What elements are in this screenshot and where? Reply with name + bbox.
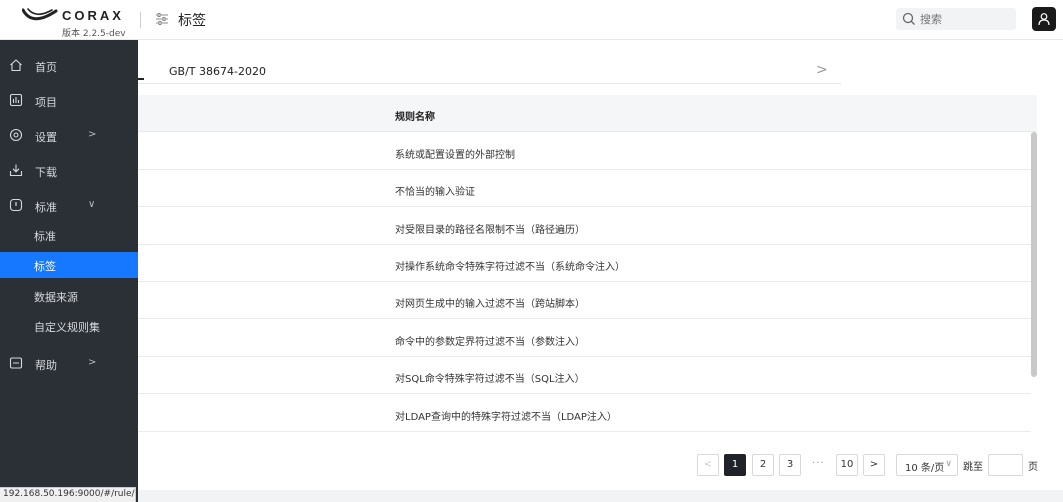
chevron-right-icon: > <box>88 357 97 368</box>
sidebar-subitem-standard[interactable]: 标准 <box>0 222 138 248</box>
search-input[interactable] <box>920 11 1010 27</box>
rule-name-cell: 对网页生成中的输入过滤不当（跨站脚本） <box>395 299 585 310</box>
sidebar-subitem-data-source[interactable]: 数据来源 <box>0 283 138 309</box>
page-size-select[interactable]: 10 条/页 ∨ <box>896 454 958 476</box>
rule-name-cell: 对LDAP查询中的特殊字符过滤不当（LDAP注入） <box>395 412 617 423</box>
tab-gb-38674[interactable]: GB/T 38674-2020 <box>169 65 266 78</box>
table-row[interactable]: 对网页生成中的输入过滤不当（跨站脚本） <box>138 282 1031 319</box>
table-row[interactable]: 不恰当的输入验证 <box>138 170 1031 207</box>
page-unit-label: 页 <box>1028 462 1038 473</box>
rule-name-cell: 命令中的参数定界符过滤不当（参数注入） <box>395 337 585 348</box>
sidebar-item-label: 首页 <box>35 61 57 74</box>
pagination-page-last[interactable]: 10 <box>836 454 858 476</box>
sidebar-item-settings[interactable]: 设置 > <box>0 118 138 153</box>
table-row[interactable]: 对LDAP查询中的特殊字符过滤不当（LDAP注入） <box>138 395 1031 432</box>
sliders-icon[interactable] <box>155 12 169 26</box>
pagination-page-1[interactable]: 1 <box>724 454 746 476</box>
logo-swoosh-icon <box>22 8 58 21</box>
page-title: 标签 <box>178 13 206 29</box>
sidebar-subitem-label: 自定义规则集 <box>34 321 100 334</box>
rule-name-cell: 对SQL命令特殊字符过滤不当（SQL注入） <box>395 374 585 385</box>
table-row[interactable]: 系统或配置设置的外部控制 <box>138 133 1031 170</box>
user-button[interactable] <box>1032 7 1056 31</box>
table-row[interactable]: 对受限目录的路径名限制不当（路径遍历） <box>138 208 1031 245</box>
pagination-page-2[interactable]: 2 <box>752 454 774 476</box>
chevron-right-icon: > <box>88 129 97 140</box>
main-content: GB/T 38674-2020 > 规则名称 系统或配置设置的外部控制 不恰当的… <box>138 40 1063 490</box>
sidebar-item-label: 标准 <box>35 201 57 214</box>
table-row[interactable]: 命令中的参数定界符过滤不当（参数注入） <box>138 320 1031 357</box>
sidebar-item-download[interactable]: 下载 <box>0 153 138 188</box>
rule-name-cell: 系统或配置设置的外部控制 <box>395 150 515 161</box>
chevron-down-icon: ∨ <box>88 199 96 210</box>
browser-status-url: 192.168.50.196:9000/#/rule/tag <box>0 487 136 502</box>
sidebar-item-label: 下载 <box>35 166 57 179</box>
gear-icon <box>9 128 23 142</box>
version-label: 版本 2.2.5-dev <box>62 29 126 39</box>
jump-to-page-input[interactable] <box>988 454 1023 476</box>
pagination-page-3[interactable]: 3 <box>779 454 801 476</box>
sidebar-item-help[interactable]: 帮助 > <box>0 346 138 381</box>
table-scrollbar[interactable] <box>1031 132 1037 377</box>
top-header: CORAX 版本 2.2.5-dev 标签 <box>0 0 1063 40</box>
page-size-value: 10 条/页 <box>905 463 945 474</box>
sidebar-item-label: 设置 <box>35 131 57 144</box>
user-icon <box>1038 13 1050 26</box>
table-row[interactable]: 对操作系统命令特殊字符过滤不当（系统命令注入） <box>138 245 1031 282</box>
search-icon <box>902 12 915 25</box>
table-row[interactable]: 对SQL命令特殊字符过滤不当（SQL注入） <box>138 357 1031 394</box>
tab-bar: GB/T 38674-2020 > <box>138 60 841 84</box>
standard-icon <box>9 198 23 212</box>
sidebar-subitem-label: 标签 <box>34 260 56 273</box>
sidebar-item-standards[interactable]: 标准 ∨ <box>0 188 138 223</box>
tab-scroll-next-button[interactable]: > <box>816 62 828 78</box>
pagination-ellipsis[interactable]: ··· <box>812 458 825 469</box>
sidebar-item-home[interactable]: 首页 <box>0 48 138 83</box>
pagination-prev-button[interactable]: < <box>697 454 719 476</box>
sidebar-subitem-tags[interactable]: 标签 <box>0 252 138 278</box>
tab-active-partial[interactable] <box>138 62 144 80</box>
chart-icon <box>9 93 23 107</box>
table-header: 规则名称 <box>138 95 1037 132</box>
download-icon <box>9 164 23 177</box>
help-icon <box>9 357 23 369</box>
sidebar-subitem-custom-ruleset[interactable]: 自定义规则集 <box>0 313 138 339</box>
rule-name-cell: 对受限目录的路径名限制不当（路径遍历） <box>395 225 585 236</box>
rule-name-cell: 对操作系统命令特殊字符过滤不当（系统命令注入） <box>395 262 625 273</box>
chevron-down-icon: ∨ <box>945 459 952 469</box>
header-divider <box>140 12 141 28</box>
jump-to-label: 跳至 <box>963 462 983 473</box>
sidebar-item-label: 项目 <box>35 96 57 109</box>
home-icon <box>10 59 22 72</box>
sidebar-subitem-label: 标准 <box>34 230 56 243</box>
rule-name-cell: 不恰当的输入验证 <box>395 187 475 198</box>
sidebar-item-label: 帮助 <box>35 359 57 372</box>
sidebar: 首页 项目 设置 > 下载 标准 ∨ 标准 标签 数据来源 自定义规则集 帮助 … <box>0 40 138 502</box>
sidebar-subitem-label: 数据来源 <box>34 291 78 304</box>
sidebar-item-projects[interactable]: 项目 <box>0 83 138 118</box>
logo-text: CORAX <box>62 8 124 23</box>
pagination-next-button[interactable]: > <box>863 454 885 476</box>
column-header-rule-name[interactable]: 规则名称 <box>395 108 435 123</box>
corax-logo[interactable]: CORAX 版本 2.2.5-dev <box>22 5 126 39</box>
search-box[interactable] <box>896 8 1016 30</box>
